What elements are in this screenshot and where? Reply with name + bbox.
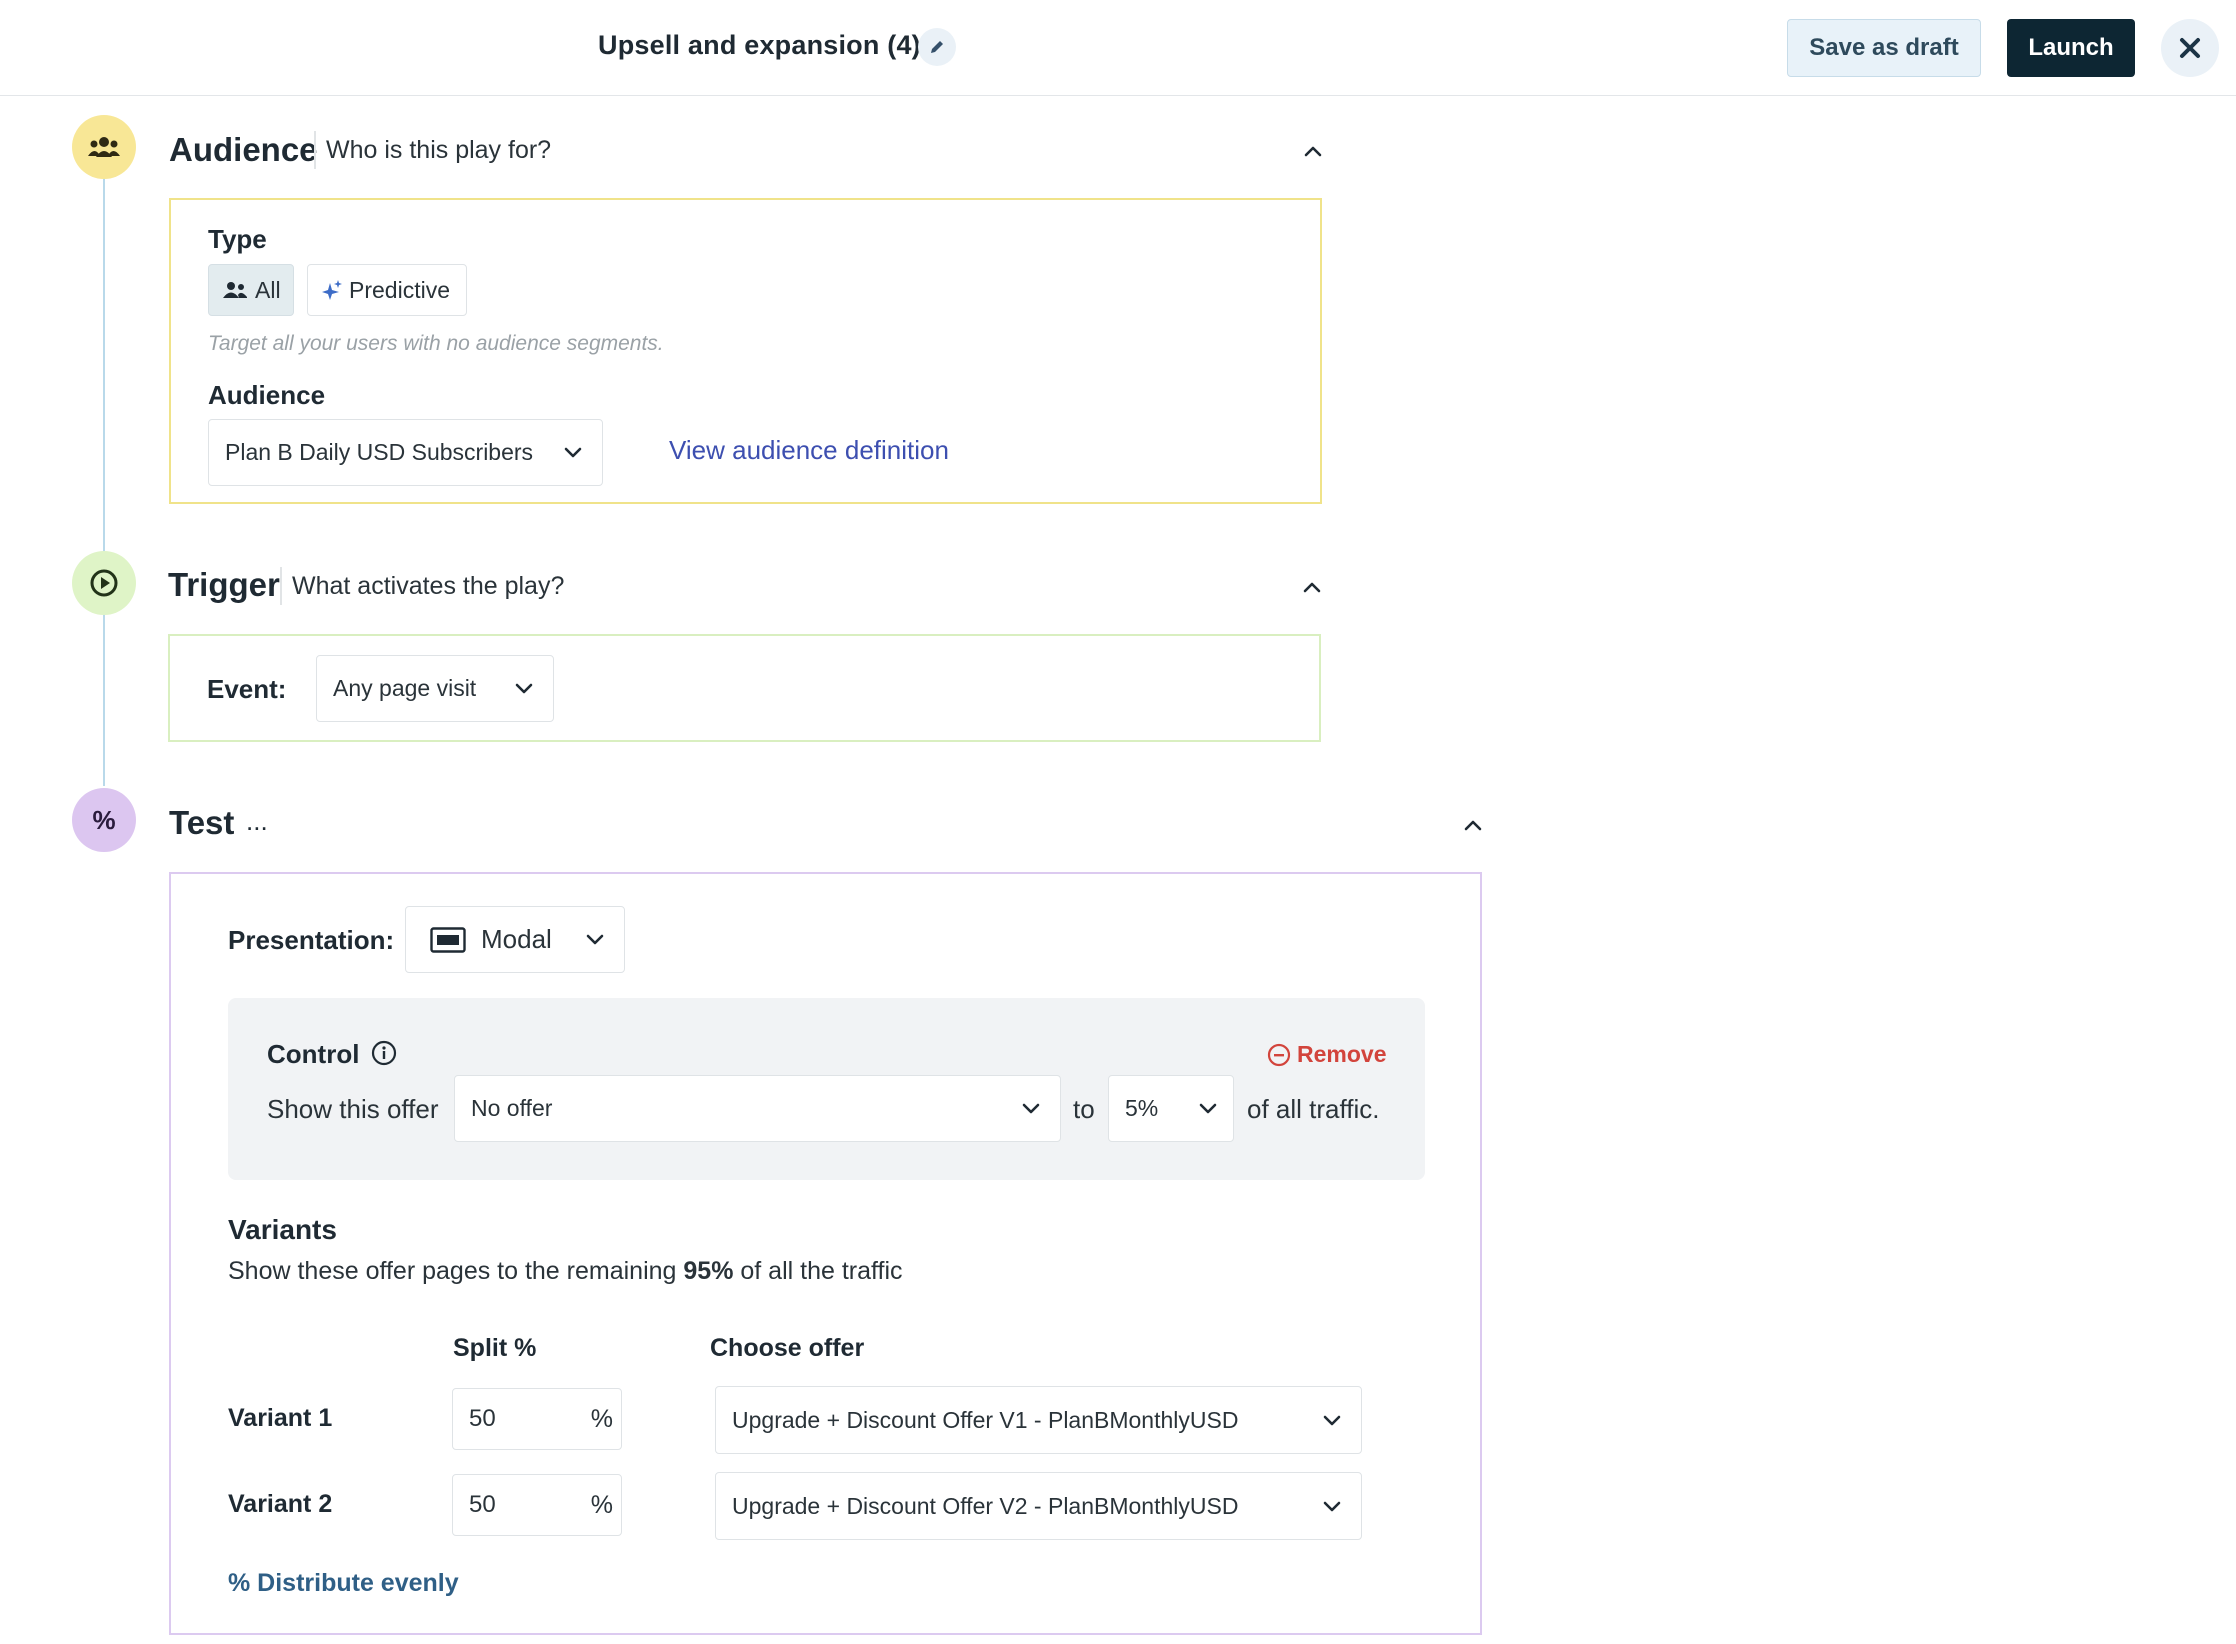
variants-desc-text: Show these offer pages to the remaining bbox=[228, 1257, 684, 1285]
pencil-icon bbox=[931, 41, 943, 53]
chevron-down-icon bbox=[1323, 1501, 1341, 1511]
play-title: Upsell and expansion (4) bbox=[598, 30, 921, 60]
presentation-select-value: Modal bbox=[481, 924, 552, 954]
top-bar: Upsell and expansion (4) Save as draft L… bbox=[0, 0, 2236, 96]
test-step-icon: % bbox=[72, 788, 136, 852]
collapse-trigger-chevron-up-icon[interactable] bbox=[1302, 581, 1322, 593]
launch-button[interactable]: Launch bbox=[2007, 19, 2135, 77]
timeline-line bbox=[103, 136, 105, 551]
type-hint: Target all your users with no audience s… bbox=[208, 332, 664, 355]
type-predictive-label: Predictive bbox=[349, 276, 450, 303]
audience-step-title: Audience bbox=[169, 131, 318, 168]
info-icon[interactable] bbox=[371, 1040, 397, 1066]
test-card: Presentation: Modal Control Remove Show … bbox=[169, 872, 1482, 1635]
variant-offer-select[interactable]: Upgrade + Discount Offer V2 - PlanBMonth… bbox=[715, 1472, 1362, 1540]
remove-label: Remove bbox=[1297, 1041, 1387, 1067]
type-label: Type bbox=[208, 224, 267, 254]
audience-card: Type All Predictive Target all your user… bbox=[169, 198, 1322, 504]
choose-offer-header: Choose offer bbox=[710, 1334, 865, 1362]
control-offer-value: No offer bbox=[471, 1095, 553, 1121]
to-label: to bbox=[1073, 1094, 1095, 1124]
users-icon bbox=[223, 282, 247, 298]
save-as-draft-button[interactable]: Save as draft bbox=[1787, 19, 1981, 77]
variant-split-value: 50 bbox=[469, 1405, 496, 1432]
type-all-label: All bbox=[255, 276, 281, 303]
distribute-evenly-link[interactable]: % Distribute evenly bbox=[228, 1569, 459, 1598]
edit-title-button[interactable] bbox=[918, 28, 956, 66]
variant-name: Variant 1 bbox=[228, 1404, 333, 1432]
variants-remaining-percent: 95% bbox=[683, 1257, 734, 1285]
audience-label: Audience bbox=[208, 380, 326, 410]
show-offer-label: Show this offer bbox=[267, 1094, 439, 1124]
event-select[interactable]: Any page visit bbox=[316, 655, 554, 722]
users-group-icon bbox=[88, 137, 120, 157]
play-circle-icon bbox=[90, 569, 118, 597]
variant-split-value: 50 bbox=[469, 1491, 496, 1518]
type-all-button[interactable]: All bbox=[208, 264, 294, 316]
type-predictive-button[interactable]: Predictive bbox=[307, 264, 467, 316]
collapse-audience-chevron-up-icon[interactable] bbox=[1303, 145, 1323, 157]
presentation-select[interactable]: Modal bbox=[405, 906, 625, 973]
view-audience-definition-link[interactable]: View audience definition bbox=[669, 435, 949, 466]
remove-control-button[interactable]: Remove bbox=[1267, 1041, 1386, 1068]
modal-icon bbox=[430, 926, 466, 953]
chevron-down-icon bbox=[1199, 1103, 1217, 1114]
close-icon bbox=[2180, 38, 2200, 58]
variant-split-input[interactable]: 50 % bbox=[452, 1388, 622, 1450]
traffic-suffix: of all traffic. bbox=[1247, 1094, 1380, 1124]
control-percent-select[interactable]: 5% bbox=[1108, 1075, 1234, 1142]
sparkle-icon bbox=[322, 280, 342, 300]
close-button[interactable] bbox=[2161, 19, 2219, 77]
percent-icon: % bbox=[92, 804, 116, 835]
variants-description: Show these offer pages to the remaining … bbox=[228, 1257, 903, 1286]
presentation-label: Presentation: bbox=[228, 925, 395, 955]
audience-select[interactable]: Plan B Daily USD Subscribers bbox=[208, 419, 603, 486]
audience-step-subtitle: Who is this play for? bbox=[314, 131, 551, 169]
collapse-test-chevron-up-icon[interactable] bbox=[1463, 819, 1483, 831]
control-panel: Control Remove Show this offer No offer … bbox=[228, 998, 1425, 1180]
timeline-line bbox=[103, 614, 105, 786]
chevron-down-icon bbox=[515, 683, 533, 694]
audience-step-icon bbox=[72, 115, 136, 179]
trigger-step-icon bbox=[72, 551, 136, 615]
event-select-value: Any page visit bbox=[333, 675, 477, 701]
variant-offer-select[interactable]: Upgrade + Discount Offer V1 - PlanBMonth… bbox=[715, 1386, 1362, 1454]
variant-offer-value: Upgrade + Discount Offer V2 - PlanBMonth… bbox=[732, 1492, 1239, 1519]
chevron-down-icon bbox=[1022, 1103, 1040, 1114]
variant-split-input[interactable]: 50 % bbox=[452, 1474, 622, 1536]
variant-split-unit: % bbox=[590, 1490, 613, 1519]
variants-desc-suffix: of all the traffic bbox=[733, 1257, 903, 1285]
control-title: Control bbox=[267, 1039, 360, 1069]
trigger-card: Event: Any page visit bbox=[168, 634, 1321, 742]
chevron-down-icon bbox=[1323, 1415, 1341, 1425]
trigger-step-subtitle: What activates the play? bbox=[280, 567, 564, 605]
variant-name: Variant 2 bbox=[228, 1490, 333, 1518]
variant-offer-value: Upgrade + Discount Offer V1 - PlanBMonth… bbox=[732, 1406, 1239, 1433]
event-label: Event: bbox=[207, 674, 287, 704]
minus-circle-icon bbox=[1267, 1043, 1291, 1066]
variant-split-unit: % bbox=[590, 1404, 613, 1433]
control-offer-select[interactable]: No offer bbox=[454, 1075, 1061, 1142]
trigger-step-title: Trigger bbox=[168, 566, 280, 603]
variants-title: Variants bbox=[228, 1214, 337, 1245]
test-step-title: Test bbox=[169, 804, 235, 841]
test-step-more-button[interactable]: ... bbox=[246, 806, 268, 837]
chevron-down-icon bbox=[564, 447, 582, 458]
control-percent-value: 5% bbox=[1125, 1095, 1159, 1121]
audience-select-value: Plan B Daily USD Subscribers bbox=[225, 439, 534, 465]
chevron-down-icon bbox=[586, 934, 604, 945]
split-header: Split % bbox=[453, 1334, 537, 1362]
